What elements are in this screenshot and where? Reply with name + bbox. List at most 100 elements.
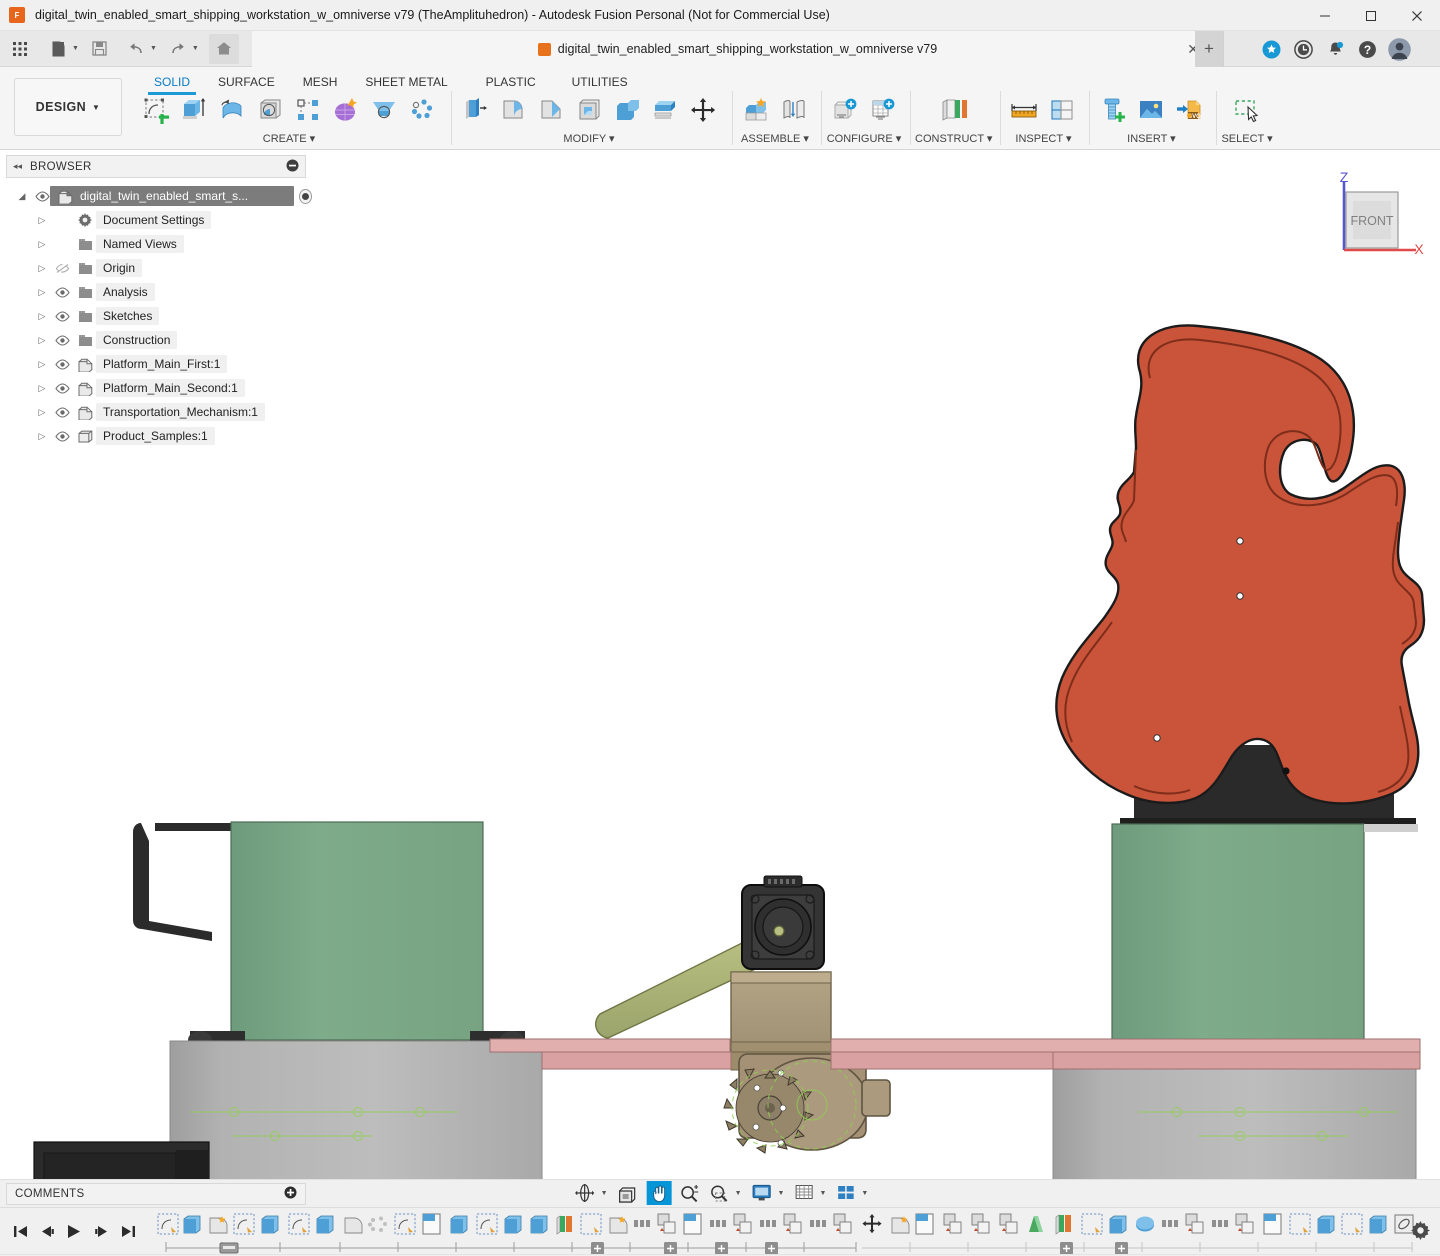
- panel-create-label[interactable]: CREATE ▾: [263, 132, 315, 145]
- tree-item-document-settings[interactable]: ▷ Document Settings: [0, 208, 312, 232]
- expander-icon[interactable]: ▷: [34, 407, 50, 418]
- panel-modify-label[interactable]: MODIFY ▾: [563, 132, 614, 145]
- eye-visible-icon[interactable]: [50, 383, 74, 394]
- timeline-features[interactable]: [150, 1208, 1440, 1255]
- eye-visible-icon[interactable]: [50, 311, 74, 322]
- help-icon[interactable]: ?: [1351, 31, 1383, 67]
- eye-visible-icon[interactable]: [50, 407, 74, 418]
- undo-caret-icon[interactable]: ▼: [150, 45, 157, 52]
- new-document-caret-icon[interactable]: ▼: [72, 45, 79, 52]
- view-cube[interactable]: Z X FRONT: [1318, 172, 1424, 264]
- pan-hand-icon[interactable]: [647, 1181, 672, 1205]
- comments-panel[interactable]: COMMENTS: [6, 1183, 306, 1205]
- zoom-window-caret-icon[interactable]: ▼: [735, 1190, 742, 1197]
- loft-icon[interactable]: [365, 91, 403, 129]
- zoom-window-icon[interactable]: [707, 1181, 732, 1205]
- panel-inspect-label[interactable]: INSPECT ▾: [1015, 132, 1071, 145]
- close-button[interactable]: [1394, 0, 1440, 31]
- timeline-settings-gear-icon[interactable]: [1411, 1221, 1430, 1243]
- eye-hidden-icon[interactable]: [50, 263, 74, 274]
- chamfer-icon[interactable]: [532, 91, 570, 129]
- root-expander-icon[interactable]: ◢: [14, 191, 30, 202]
- add-comment-icon[interactable]: [284, 1186, 297, 1202]
- notifications-icon[interactable]: [1319, 31, 1351, 67]
- insert-svg-icon[interactable]: SVG: [1170, 91, 1208, 129]
- new-document-icon[interactable]: [45, 36, 71, 62]
- panel-select-label[interactable]: SELECT ▾: [1221, 132, 1272, 145]
- expander-icon[interactable]: ▷: [34, 383, 50, 394]
- tab-sheet-metal[interactable]: SHEET METAL: [351, 72, 461, 93]
- expander-icon[interactable]: ▷: [34, 263, 50, 274]
- step-back-icon[interactable]: [39, 1223, 55, 1239]
- panel-assemble-label[interactable]: ASSEMBLE ▾: [741, 132, 809, 145]
- combine-icon[interactable]: [608, 91, 646, 129]
- tab-surface[interactable]: SURFACE: [204, 72, 289, 93]
- home-icon[interactable]: [209, 34, 239, 64]
- offset-plane-icon[interactable]: [930, 91, 978, 129]
- shell-icon[interactable]: [570, 91, 608, 129]
- panel-configure-label[interactable]: CONFIGURE ▾: [827, 132, 902, 145]
- look-at-icon[interactable]: [615, 1181, 640, 1205]
- step-forward-icon[interactable]: [93, 1223, 109, 1239]
- tab-utilities[interactable]: UTILITIES: [550, 72, 642, 93]
- redo-caret-icon[interactable]: ▼: [192, 45, 199, 52]
- offset-face-icon[interactable]: [646, 91, 684, 129]
- insert-image-icon[interactable]: [1132, 91, 1170, 129]
- insert-mcmaster-icon[interactable]: [1094, 91, 1132, 129]
- expander-icon[interactable]: ▷: [34, 431, 50, 442]
- tree-item-transportation-mechanism[interactable]: ▷ Transportation_Mechanism:1: [0, 400, 312, 424]
- tree-item-sketches[interactable]: ▷ Sketches: [0, 304, 312, 328]
- expander-icon[interactable]: ▷: [34, 335, 50, 346]
- tree-item-named-views[interactable]: ▷ Named Views: [0, 232, 312, 256]
- panel-insert-label[interactable]: INSERT ▾: [1127, 132, 1176, 145]
- apps-grid-icon[interactable]: [7, 36, 33, 62]
- viewports-icon[interactable]: [833, 1181, 858, 1205]
- tab-mesh[interactable]: MESH: [289, 72, 352, 93]
- expander-icon[interactable]: ▷: [34, 287, 50, 298]
- measure-icon[interactable]: [1005, 91, 1043, 129]
- revolve-icon[interactable]: [213, 91, 251, 129]
- fillet-icon[interactable]: [494, 91, 532, 129]
- panel-construct-label[interactable]: CONSTRUCT ▾: [915, 132, 992, 145]
- jump-start-icon[interactable]: [12, 1223, 28, 1239]
- redo-icon[interactable]: [165, 36, 191, 62]
- jump-end-icon[interactable]: [120, 1223, 136, 1239]
- new-tab-button[interactable]: +: [1195, 31, 1223, 67]
- joint-icon[interactable]: [775, 91, 813, 129]
- tab-plastic[interactable]: PLASTIC: [462, 72, 550, 93]
- expander-icon[interactable]: ▷: [34, 311, 50, 322]
- configuration-table-icon[interactable]: [864, 91, 902, 129]
- save-icon[interactable]: [87, 36, 113, 62]
- tree-item-platform-main-second[interactable]: ▷ Platform_Main_Second:1: [0, 376, 312, 400]
- eye-visible-icon[interactable]: [50, 359, 74, 370]
- grid-snaps-icon[interactable]: [791, 1181, 816, 1205]
- maximize-button[interactable]: [1348, 0, 1394, 31]
- display-settings-caret-icon[interactable]: ▼: [778, 1190, 785, 1197]
- eye-visible-icon[interactable]: [50, 287, 74, 298]
- play-icon[interactable]: [66, 1223, 82, 1239]
- browser-collapse-arrows-icon[interactable]: ◂◂: [13, 161, 22, 172]
- eye-visible-icon[interactable]: [50, 431, 74, 442]
- workspace-switcher[interactable]: DESIGN ▼: [14, 78, 122, 136]
- tree-item-origin[interactable]: ▷ Origin: [0, 256, 312, 280]
- move-copy-icon[interactable]: [684, 91, 722, 129]
- extrude-icon[interactable]: [175, 91, 213, 129]
- orbit-caret-icon[interactable]: ▼: [601, 1190, 608, 1197]
- undo-icon[interactable]: [123, 36, 149, 62]
- rectangular-pattern-icon[interactable]: [289, 91, 327, 129]
- expander-icon[interactable]: ▷: [34, 359, 50, 370]
- zoom-icon[interactable]: [677, 1181, 702, 1205]
- active-component-radio[interactable]: [299, 189, 312, 204]
- grid-snaps-caret-icon[interactable]: ▼: [819, 1190, 826, 1197]
- eye-visible-icon[interactable]: [50, 335, 74, 346]
- document-tab[interactable]: digital_twin_enabled_smart_shipping_work…: [252, 31, 1224, 67]
- tree-item-platform-main-first[interactable]: ▷ Platform_Main_First:1: [0, 352, 312, 376]
- expander-icon[interactable]: ▷: [34, 215, 50, 226]
- tree-item-construction[interactable]: ▷ Construction: [0, 328, 312, 352]
- new-component-icon[interactable]: [737, 91, 775, 129]
- tree-item-analysis[interactable]: ▷ Analysis: [0, 280, 312, 304]
- account-avatar[interactable]: [1383, 31, 1415, 67]
- press-pull-icon[interactable]: [456, 91, 494, 129]
- recent-icon[interactable]: [1287, 31, 1319, 67]
- create-sketch-icon[interactable]: [137, 91, 175, 129]
